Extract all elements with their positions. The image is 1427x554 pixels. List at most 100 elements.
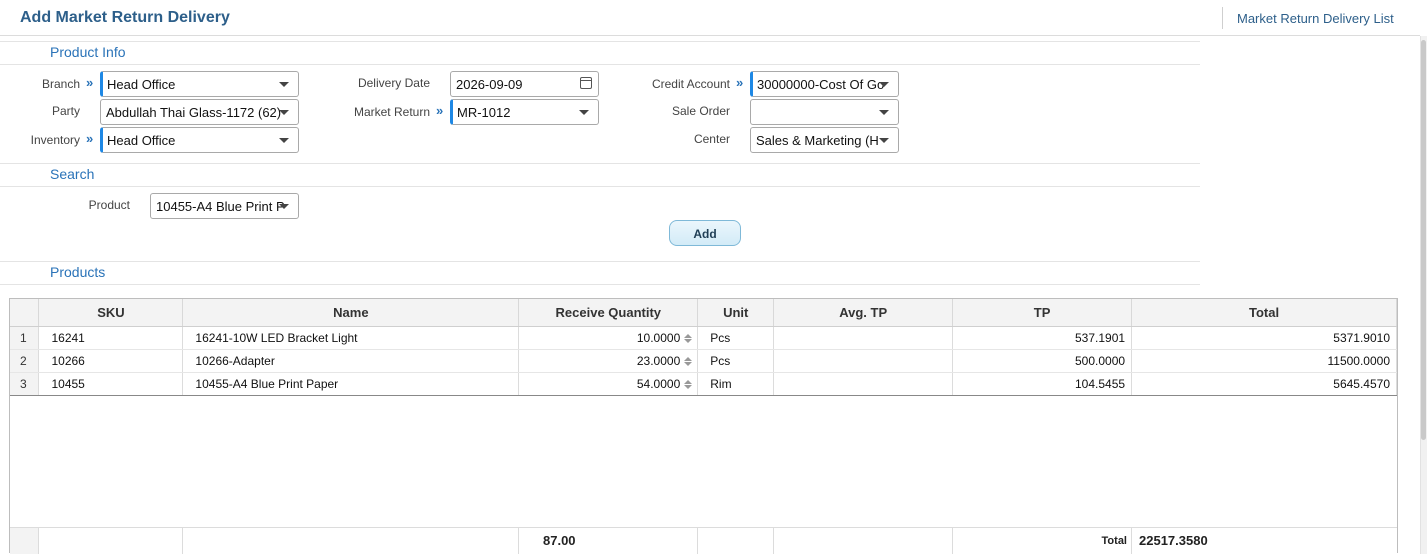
divider: [0, 163, 1200, 164]
tp-cell: 104.5455: [952, 372, 1133, 396]
total-cell: 5645.4570: [1131, 372, 1397, 396]
column-header-sku[interactable]: SKU: [38, 299, 184, 327]
stepper-icon[interactable]: [683, 356, 693, 367]
grid-footer: 87.00 Total 22517.3580: [10, 527, 1397, 554]
footer-avg-tp-cell: [774, 528, 953, 554]
footer-unit-cell: [698, 528, 774, 554]
chevron-down-icon: [279, 138, 289, 143]
required-marker-icon: »: [86, 75, 94, 90]
center-select[interactable]: Sales & Marketing (H: [750, 127, 899, 153]
products-table: SKU Name Receive Quantity Unit Avg. TP T…: [10, 299, 1397, 396]
unit-cell: Pcs: [697, 326, 775, 350]
divider: [0, 41, 1200, 42]
required-marker-icon: »: [736, 75, 744, 90]
column-header-index: [10, 299, 40, 327]
row-number: 2: [10, 349, 40, 373]
footer-index-cell: [10, 528, 39, 554]
products-grid: SKU Name Receive Quantity Unit Avg. TP T…: [9, 298, 1398, 554]
row-number: 1: [10, 326, 40, 350]
delivery-date-value: 2026-09-09: [456, 77, 523, 92]
section-title-search: Search: [50, 166, 95, 182]
avg-tp-cell: [773, 326, 954, 350]
divider: [0, 261, 1200, 262]
product-select[interactable]: 10455-A4 Blue Print P: [150, 193, 299, 219]
branch-label: Branch: [41, 77, 80, 91]
product-value: 10455-A4 Blue Print P: [156, 199, 285, 214]
divider: [1222, 7, 1223, 29]
branch-value: Head Office: [107, 77, 176, 92]
row-number: 3: [10, 372, 40, 396]
credit-account-label: Credit Account: [651, 77, 730, 91]
market-return-select[interactable]: MR-1012: [450, 99, 599, 125]
sku-cell: 16241: [38, 326, 184, 350]
name-cell: 16241-10W LED Bracket Light: [182, 326, 520, 350]
stepper-icon[interactable]: [683, 333, 693, 344]
quantity-sum: 87.00: [519, 528, 698, 554]
grand-total: 22517.3580: [1139, 533, 1208, 548]
credit-account-select[interactable]: 30000000-Cost Of Go: [750, 71, 899, 97]
credit-account-value: 30000000-Cost Of Go: [757, 77, 885, 92]
inventory-label: Inventory: [30, 133, 80, 147]
required-marker-icon: »: [436, 103, 444, 118]
column-header-name[interactable]: Name: [182, 299, 520, 327]
top-bar: Add Market Return Delivery Market Return…: [0, 0, 1420, 36]
market-return-value: MR-1012: [457, 105, 511, 120]
receive-quantity-value[interactable]: 23.0000: [637, 354, 680, 368]
column-header-total[interactable]: Total: [1131, 299, 1397, 327]
divider: [0, 186, 1200, 187]
column-header-unit[interactable]: Unit: [697, 299, 775, 327]
avg-tp-cell: [773, 349, 954, 373]
tp-cell: 537.1901: [952, 326, 1133, 350]
add-button[interactable]: Add: [669, 220, 741, 246]
tp-cell: 500.0000: [952, 349, 1133, 373]
table-row[interactable]: 3 10455 10455-A4 Blue Print Paper 54.000…: [10, 372, 1397, 396]
party-label: Party: [51, 104, 80, 118]
party-value: Abdullah Thai Glass-1172 (62): [106, 105, 282, 120]
total-cell: 11500.0000: [1131, 349, 1397, 373]
chevron-down-icon: [279, 204, 289, 209]
total-label: Total: [953, 528, 1132, 554]
chevron-down-icon: [879, 82, 889, 87]
receive-quantity-value[interactable]: 10.0000: [637, 331, 680, 345]
avg-tp-cell: [773, 372, 954, 396]
sku-cell: 10455: [38, 372, 184, 396]
chevron-down-icon: [279, 110, 289, 115]
chevron-down-icon: [279, 82, 289, 87]
receive-quantity-cell[interactable]: 54.0000: [518, 372, 699, 396]
required-marker-icon: »: [86, 131, 94, 146]
column-header-avg-tp[interactable]: Avg. TP: [773, 299, 954, 327]
product-label: Product: [88, 198, 130, 212]
column-header-receive-quantity[interactable]: Receive Quantity: [518, 299, 699, 327]
table-row[interactable]: 2 10266 10266-Adapter 23.0000 Pcs 500.00…: [10, 349, 1397, 373]
divider: [0, 284, 1200, 285]
page-title: Add Market Return Delivery: [20, 9, 230, 26]
market-return-label: Market Return: [353, 105, 430, 119]
divider: [0, 64, 1200, 65]
calendar-icon[interactable]: [580, 77, 592, 89]
table-row[interactable]: 1 16241 16241-10W LED Bracket Light 10.0…: [10, 326, 1397, 350]
receive-quantity-cell[interactable]: 23.0000: [518, 349, 699, 373]
sale-order-label: Sale Order: [671, 104, 730, 118]
stepper-icon[interactable]: [683, 379, 693, 390]
branch-select[interactable]: Head Office: [100, 71, 299, 97]
delivery-date-label: Delivery Date: [357, 76, 430, 90]
sku-cell: 10266: [38, 349, 184, 373]
center-value: Sales & Marketing (H: [756, 133, 879, 148]
center-label: Center: [693, 132, 730, 146]
delivery-date-input[interactable]: 2026-09-09: [450, 71, 599, 97]
unit-cell: Rim: [697, 372, 775, 396]
column-header-tp[interactable]: TP: [952, 299, 1133, 327]
page-scrollbar-thumb[interactable]: [1421, 40, 1426, 440]
inventory-select[interactable]: Head Office: [100, 127, 299, 153]
chevron-down-icon: [879, 110, 889, 115]
market-return-delivery-list-link[interactable]: Market Return Delivery List: [1237, 11, 1394, 26]
footer-name-cell: [183, 528, 519, 554]
inventory-value: Head Office: [107, 133, 176, 148]
table-header-row: SKU Name Receive Quantity Unit Avg. TP T…: [10, 299, 1397, 327]
section-title-product-info: Product Info: [50, 44, 126, 60]
party-select[interactable]: Abdullah Thai Glass-1172 (62): [100, 99, 299, 125]
sale-order-select[interactable]: [750, 99, 899, 125]
name-cell: 10266-Adapter: [182, 349, 520, 373]
receive-quantity-value[interactable]: 54.0000: [637, 377, 680, 391]
receive-quantity-cell[interactable]: 10.0000: [518, 326, 699, 350]
